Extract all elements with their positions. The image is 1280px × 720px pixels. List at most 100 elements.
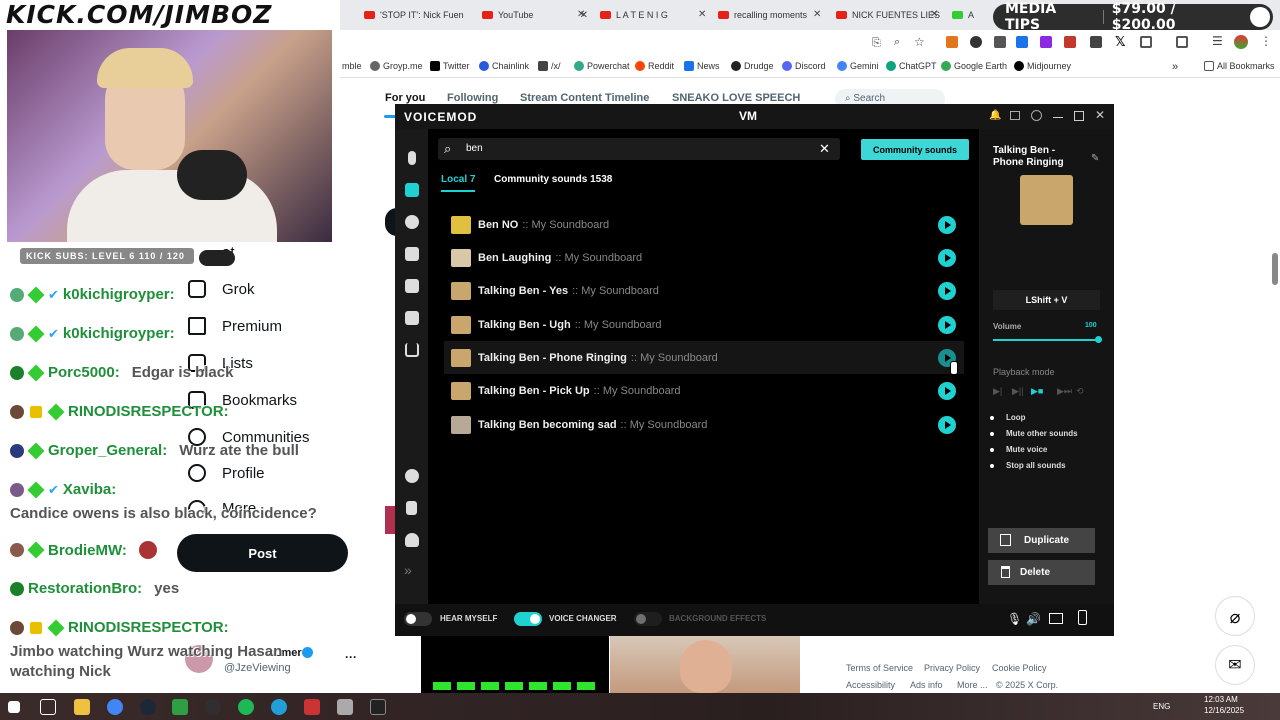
help-icon[interactable] [1031,110,1042,121]
windows-start-icon[interactable] [8,701,20,713]
clock-date[interactable]: 12/16/2025 [1204,706,1244,715]
option-mute-other[interactable]: Mute other sounds [990,429,1078,438]
download-icon[interactable] [405,279,419,293]
phone-icon[interactable] [1078,610,1087,625]
cast-icon[interactable]: ⎘ [872,37,881,50]
option-mute-voice[interactable]: Mute voice [990,445,1047,454]
footer-link[interactable]: Terms of Service [846,663,913,673]
hotkey-field[interactable]: LShift + V [993,290,1100,310]
expand-icon[interactable]: » [404,562,412,578]
bookmark-item[interactable]: ChatGPT [886,61,937,71]
footer-link[interactable]: Privacy Policy [924,663,980,673]
browser-tab[interactable]: YouTube [482,4,582,26]
keyboard-icon[interactable] [1049,613,1063,624]
footer-link[interactable]: Ads info [910,680,943,690]
bookmark-item[interactable]: Midjourney [1014,61,1071,71]
obs-icon[interactable] [205,699,221,715]
delete-button[interactable]: Delete [988,560,1095,585]
hear-myself-toggle[interactable] [404,612,432,626]
option-stop-all[interactable]: Stop all sounds [990,461,1066,470]
account-menu-icon[interactable]: ··· [345,650,357,664]
footer-link[interactable]: Accessibility [846,680,895,690]
nav-grok[interactable]: Grok [188,280,255,298]
extension-icon[interactable] [994,36,1006,48]
play-pause-mode-icon[interactable]: ▶|| [1012,386,1024,397]
telegram-icon[interactable] [271,699,287,715]
gear-icon[interactable] [405,469,419,483]
steam-icon[interactable] [140,699,156,715]
extension-icon[interactable] [1064,36,1076,48]
document-icon[interactable] [406,501,417,515]
play-button[interactable] [938,281,956,300]
soundboard-icon[interactable] [405,183,419,197]
video-thumbnail[interactable] [421,636,609,693]
spotify-icon[interactable] [238,699,254,715]
clock-time[interactable]: 12:03 AM [1204,695,1238,704]
file-explorer-icon[interactable] [74,699,90,715]
bookmark-item[interactable]: Chainlink [479,61,529,71]
extension-icon[interactable] [970,36,982,48]
video-icon[interactable] [405,311,419,325]
speaker-icon[interactable]: 🔊 [1026,612,1041,626]
meme-icon[interactable] [405,247,419,261]
epic-games-icon[interactable] [370,699,386,715]
chrome-icon[interactable] [107,699,123,715]
menu-icon[interactable]: ☰ [1212,34,1223,48]
close-icon[interactable]: ✕ [1095,108,1105,122]
voicemod-titlebar[interactable]: VOICEMOD VM 🔔 ✕ [395,104,1114,129]
nav-premium[interactable]: Premium [188,317,282,335]
minimize-icon[interactable] [1053,117,1063,118]
bookmark-item[interactable]: Drudge [731,61,774,71]
close-icon[interactable]: ✕ [813,9,821,20]
tab-local[interactable]: Local 7 [441,174,475,185]
chevron-right-icon[interactable]: » [1172,61,1178,73]
bookmark-item[interactable]: Twitter [430,61,470,71]
close-icon[interactable]: ✕ [698,9,706,20]
nav-profile[interactable]: Profile [188,464,265,482]
x-extension-icon[interactable]: 𝕏 [1115,34,1125,50]
sidepanel-icon[interactable] [1176,36,1188,48]
play-button[interactable] [938,381,956,400]
voice-changer-toggle[interactable] [514,612,542,626]
sound-row[interactable]: Talking Ben - Pick Up:: My Soundboard [444,374,964,407]
bookmark-item[interactable]: News [684,61,720,71]
star-icon[interactable]: ☆ [914,35,925,49]
voicelab-icon[interactable] [405,215,419,229]
bookmark-item[interactable]: Gemini [837,61,879,71]
maximize-icon[interactable] [1074,111,1084,121]
bookmark-item[interactable]: Groyp.me [370,61,423,71]
extension-icon[interactable] [1016,36,1028,48]
sound-row[interactable]: Ben NO:: My Soundboard [444,208,964,241]
x-tab-for-you[interactable]: For you [385,92,425,104]
sound-row[interactable]: Talking Ben - Yes:: My Soundboard [444,274,964,307]
play-button[interactable] [938,415,956,434]
extension-icon[interactable] [1090,36,1102,48]
bookmark-item[interactable]: Discord [782,61,826,71]
zoom-icon[interactable]: ⌕ [894,36,900,49]
grok-icon[interactable]: ⌀ [1215,596,1255,636]
option-loop[interactable]: Loop [990,413,1026,422]
background-effects-toggle[interactable] [634,612,662,626]
x-tab-following[interactable]: Following [447,92,498,104]
duplicate-button[interactable]: Duplicate [988,528,1095,553]
bookmark-item[interactable]: /x/ [538,61,561,71]
person-thumbnail[interactable] [610,636,800,693]
browser-tab[interactable]: A [952,4,992,26]
kebab-menu-icon[interactable]: ⋮ [1260,34,1272,48]
user-icon[interactable] [405,533,419,547]
bookmark-item[interactable]: Reddit [635,61,674,71]
clear-search-icon[interactable]: ✕ [819,141,830,157]
puzzle-icon[interactable] [1140,36,1152,48]
app-icon[interactable] [304,699,320,715]
bookmark-item[interactable]: Powerchat [574,61,630,71]
close-icon[interactable]: ✕ [930,9,938,20]
kick-icon[interactable] [172,699,188,715]
app-icon[interactable] [337,699,353,715]
x-tab-sneako[interactable]: SNEAKO LOVE SPEECH [672,92,800,104]
x-tab-timeline[interactable]: Stream Content Timeline [520,92,649,104]
microphone-icon[interactable] [408,151,416,165]
browser-tab[interactable]: L A T E N I G [600,4,710,26]
footer-link[interactable]: More ... [957,680,988,690]
play-button[interactable] [938,315,956,334]
volume-slider[interactable] [993,339,1100,341]
